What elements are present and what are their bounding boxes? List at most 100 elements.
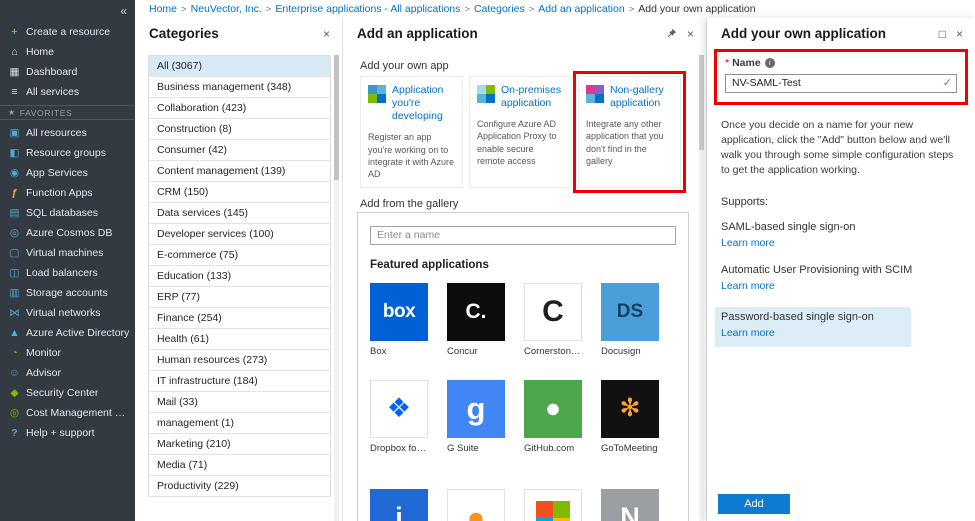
category-item[interactable]: IT infrastructure (184) — [149, 371, 330, 392]
sidebar-item-label: All resources — [26, 127, 87, 139]
app-tile[interactable] — [524, 488, 582, 521]
sidebar-item[interactable]: ◫ Load balancers — [0, 263, 135, 283]
learn-more-link[interactable]: Learn more — [721, 237, 775, 249]
sidebar-item-icon: ◧ — [9, 147, 20, 159]
sidebar-item[interactable]: ≡ All services — [0, 82, 135, 102]
breadcrumb-link[interactable]: Categories — [474, 3, 525, 15]
sidebar-item[interactable]: ▥ Storage accounts — [0, 283, 135, 303]
sidebar-item[interactable]: ☺ Advisor — [0, 363, 135, 383]
app-tile[interactable]: box Box — [370, 282, 428, 357]
featured-tiles-partial-row: j ● N — [370, 488, 676, 521]
app-logo-glyph: N — [620, 502, 640, 521]
category-item[interactable]: Collaboration (423) — [149, 98, 330, 119]
category-item[interactable]: management (1) — [149, 413, 330, 434]
add-button[interactable]: Add — [718, 494, 790, 514]
app-logo-glyph: g — [466, 391, 486, 426]
sidebar-item-icon: ◉ — [9, 167, 20, 179]
sidebar-item-label: SQL databases — [26, 207, 98, 219]
pin-icon[interactable] — [666, 28, 677, 39]
category-item[interactable]: Content management (139) — [149, 161, 330, 182]
breadcrumb-link[interactable]: Add an application — [538, 3, 624, 15]
category-item[interactable]: Business management (348) — [149, 77, 330, 98]
card-title: Non-gallery application — [610, 84, 664, 110]
breadcrumb-link[interactable]: NeuVector, Inc. — [191, 3, 262, 15]
category-item[interactable]: CRM (150) — [149, 182, 330, 203]
sidebar-item[interactable]: ? Help + support — [0, 423, 135, 443]
sidebar-item[interactable]: ◆ Security Center — [0, 383, 135, 403]
app-logo-icon: N — [601, 488, 659, 521]
categories-scrollbar[interactable] — [334, 55, 339, 521]
category-item[interactable]: E-commerce (75) — [149, 245, 330, 266]
sidebar-item[interactable]: ▲ Azure Active Directory — [0, 323, 135, 343]
app-logo-icon: C. — [447, 282, 505, 341]
gallery-search-input[interactable] — [370, 225, 676, 245]
category-item[interactable]: Health (61) — [149, 329, 330, 350]
sidebar-item-icon: ⋈ — [9, 307, 20, 319]
collapse-sidebar-icon[interactable]: « — [120, 4, 127, 18]
category-item[interactable]: Finance (254) — [149, 308, 330, 329]
support-title: Password-based single sign-on — [721, 311, 874, 324]
card-application-developing[interactable]: Application you're developing Register a… — [360, 76, 463, 188]
app-tile[interactable]: g G Suite — [447, 379, 505, 454]
categories-panel: Categories × All (3067) Business managem… — [135, 18, 343, 521]
category-item[interactable]: Marketing (210) — [149, 434, 330, 455]
breadcrumb-link[interactable]: Enterprise applications - All applicatio… — [275, 3, 460, 15]
panel-scrollbar[interactable] — [699, 55, 704, 521]
app-logo-icon: box — [370, 282, 428, 341]
maximize-icon[interactable]: □ — [939, 28, 946, 40]
app-tile[interactable]: N — [601, 488, 659, 521]
app-tile[interactable]: DS Docusign — [601, 282, 659, 357]
app-tile[interactable]: ✻ GoToMeeting — [601, 379, 659, 454]
card-on-premises-application[interactable]: On-premises application Configure Azure … — [469, 76, 572, 188]
category-item[interactable]: Data services (145) — [149, 203, 330, 224]
learn-more-link[interactable]: Learn more — [721, 327, 775, 339]
sidebar-item[interactable]: ▢ Virtual machines — [0, 243, 135, 263]
sidebar-item-icon: ? — [11, 427, 18, 439]
category-item[interactable]: Construction (8) — [149, 119, 330, 140]
sidebar-item[interactable]: + Create a resource — [0, 22, 135, 42]
category-item[interactable]: Mail (33) — [149, 392, 330, 413]
sidebar-item[interactable]: ◉ App Services — [0, 163, 135, 183]
category-item[interactable]: Education (133) — [149, 266, 330, 287]
sidebar-item[interactable]: ◎ Azure Cosmos DB — [0, 223, 135, 243]
sidebar-item[interactable]: ▦ Dashboard — [0, 62, 135, 82]
sidebar-item[interactable]: ⌂ Home — [0, 42, 135, 62]
app-tile[interactable]: ● GitHub.com — [524, 379, 582, 454]
close-icon[interactable]: × — [687, 28, 694, 40]
app-tile[interactable]: ● — [447, 488, 505, 521]
sidebar-item[interactable]: ▣ All resources — [0, 123, 135, 143]
app-tile[interactable]: C. Concur — [447, 282, 505, 357]
category-item[interactable]: Developer services (100) — [149, 224, 330, 245]
breadcrumb: Home > NeuVector, Inc. > Enterprise appl… — [135, 0, 975, 18]
close-icon[interactable]: × — [323, 28, 330, 40]
app-logo-glyph: ● — [466, 500, 486, 521]
card-non-gallery-application[interactable]: Non-gallery application Integrate any ot… — [573, 71, 686, 193]
app-tile[interactable]: C Cornerstone On... — [524, 282, 582, 357]
name-input[interactable] — [725, 73, 957, 93]
category-item[interactable]: All (3067) — [149, 56, 330, 77]
learn-more-link[interactable]: Learn more — [721, 280, 775, 292]
favorites-header[interactable]: ★ FAVORITES — [0, 105, 135, 120]
app-tile-label: Box — [370, 345, 387, 357]
info-icon[interactable]: i — [764, 58, 775, 68]
sidebar-item[interactable]: ⋈ Virtual networks — [0, 303, 135, 323]
breadcrumb-link[interactable]: Add your own application — [638, 3, 755, 15]
app-tile[interactable]: j — [370, 488, 428, 521]
category-item[interactable]: ERP (77) — [149, 287, 330, 308]
sidebar-item[interactable]: ◔ Monitor — [0, 343, 135, 363]
category-item[interactable]: Human resources (273) — [149, 350, 330, 371]
category-item[interactable]: Productivity (229) — [149, 476, 330, 497]
category-item[interactable]: Media (71) — [149, 455, 330, 476]
add-your-own-app-label: Add your own app — [360, 60, 449, 72]
app-tile[interactable]: ❖ Dropbox for Busi... — [370, 379, 428, 454]
sidebar-item-icon: ☺ — [9, 367, 20, 379]
gallery-section: Featured applications box Box — [357, 212, 689, 521]
sidebar-item[interactable]: ◧ Resource groups — [0, 143, 135, 163]
breadcrumb-link[interactable]: Home — [149, 3, 177, 15]
categories-title: Categories — [149, 26, 219, 41]
sidebar-item[interactable]: ▤ SQL databases — [0, 203, 135, 223]
close-icon[interactable]: × — [956, 28, 963, 40]
sidebar-item[interactable]: ◎ Cost Management + Billing — [0, 403, 135, 423]
sidebar-item[interactable]: ƒ Function Apps — [0, 183, 135, 203]
category-item[interactable]: Consumer (42) — [149, 140, 330, 161]
